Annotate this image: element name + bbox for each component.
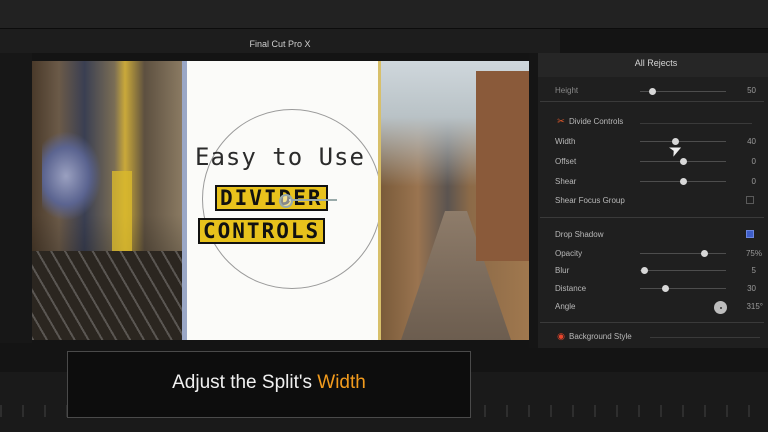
param-label-opacity: Opacity xyxy=(555,249,583,258)
param-label-blur: Blur xyxy=(555,266,570,275)
yellow-door xyxy=(112,171,132,251)
section-divider xyxy=(540,217,764,218)
param-label-angle: Angle xyxy=(555,302,576,311)
blur-slider-track[interactable] xyxy=(640,270,726,271)
app-title: Final Cut Pro X xyxy=(249,39,311,49)
param-value-blur: 5 xyxy=(751,266,756,275)
section-background-style[interactable]: Background Style xyxy=(569,332,632,341)
section-divider xyxy=(540,101,764,102)
left-gutter xyxy=(0,53,32,343)
opacity-slider-track[interactable] xyxy=(640,253,726,254)
param-value-height: 50 xyxy=(747,86,756,95)
shear-slider-knob[interactable] xyxy=(680,178,687,185)
param-label-drop-shadow: Drop Shadow xyxy=(555,230,604,239)
opacity-slider-knob[interactable] xyxy=(701,250,708,257)
background-style-icon: ◉ xyxy=(557,331,565,341)
caption-box: Adjust the Split's Width xyxy=(67,351,471,418)
onscreen-handle[interactable] xyxy=(279,194,293,208)
param-value-shear: 0 xyxy=(751,177,756,186)
viewer-side-strip xyxy=(529,53,538,348)
distance-slider-track[interactable] xyxy=(640,288,726,289)
section-divider xyxy=(640,123,752,124)
graffiti-wall xyxy=(42,131,102,221)
param-label-shear-focus-group: Shear Focus Group xyxy=(555,196,625,205)
caption-highlight: Width xyxy=(317,372,366,393)
parked-bicycles xyxy=(32,251,182,340)
onscreen-handle-line[interactable] xyxy=(289,199,337,201)
param-label-height: Height xyxy=(555,86,579,95)
caption-text: Adjust the Split's Width xyxy=(68,372,470,394)
height-slider-knob[interactable] xyxy=(649,88,656,95)
blur-slider-knob[interactable] xyxy=(641,267,648,274)
divide-controls-icon: ✂ xyxy=(557,116,565,126)
top-toolbar xyxy=(0,0,768,29)
param-value-opacity: 75% xyxy=(745,249,762,258)
section-divide-controls[interactable]: Divide Controls xyxy=(569,117,623,126)
stamp-text-line2: CONTROLS xyxy=(198,218,326,244)
distance-slider-knob[interactable] xyxy=(662,285,669,292)
stamp-text-line1: DIVIDER xyxy=(215,185,328,211)
param-label-shear: Shear xyxy=(555,177,577,186)
param-value-offset: 0 xyxy=(751,157,756,166)
param-value-distance: 30 xyxy=(747,284,756,293)
left-street-photo xyxy=(32,61,182,340)
width-slider-track[interactable] xyxy=(640,141,726,142)
param-value-angle: 315° xyxy=(746,302,763,311)
param-label-width: Width xyxy=(555,137,576,146)
inspector-title: All Rejects xyxy=(634,58,678,68)
video-viewer[interactable]: Easy to Use DIVIDER CONTROLS xyxy=(32,61,529,340)
param-label-distance: Distance xyxy=(555,284,587,293)
brick-building xyxy=(476,71,529,261)
drop-shadow-checkbox[interactable] xyxy=(746,230,754,238)
right-street-photo xyxy=(381,61,529,340)
section-divider xyxy=(540,322,764,323)
param-value-width: 40 xyxy=(747,137,756,146)
shear-focus-group-checkbox[interactable] xyxy=(746,196,754,204)
offset-slider-knob[interactable] xyxy=(680,158,687,165)
caption-prefix: Adjust the Split's xyxy=(172,372,318,393)
section-divider xyxy=(650,337,760,338)
handwritten-title: Easy to Use xyxy=(195,143,365,171)
param-label-offset: Offset xyxy=(555,157,577,166)
